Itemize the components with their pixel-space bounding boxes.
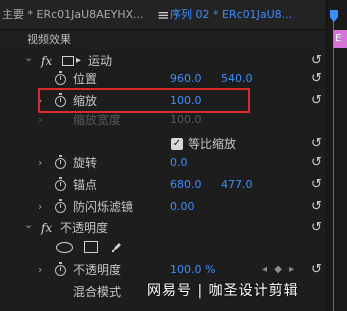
reset-icon[interactable]: ↺ bbox=[311, 90, 322, 112]
stopwatch-icon[interactable] bbox=[55, 177, 66, 191]
rotation-value[interactable]: 0.0 bbox=[170, 152, 188, 174]
property-row-scale-width: › 缩放宽度 100.0 bbox=[0, 111, 326, 129]
anchor-y-value[interactable]: 477.0 bbox=[221, 174, 253, 196]
scale-width-label: 缩放宽度 bbox=[73, 113, 122, 127]
fx-toggle-icon[interactable]: fx bbox=[41, 217, 52, 239]
timeline-clip-label: E bbox=[335, 33, 342, 44]
reset-icon[interactable]: ↺ bbox=[311, 152, 322, 174]
chevron-right-icon[interactable]: › bbox=[38, 259, 42, 281]
section-video-effects: 视频效果 bbox=[0, 30, 326, 50]
reset-icon[interactable]: ↺ bbox=[311, 68, 322, 90]
playhead-line bbox=[333, 20, 334, 311]
chevron-right-icon[interactable]: › bbox=[38, 152, 42, 174]
panel-menu-icon[interactable]: ≡ bbox=[157, 6, 170, 24]
opacity-effect-label: 不透明度 bbox=[60, 221, 109, 235]
stopwatch-icon[interactable] bbox=[55, 262, 66, 276]
opacity-label: 不透明度 bbox=[73, 263, 122, 277]
property-row-opacity: › 不透明度 100.0 % ◂ ◆ ▸ ↺ bbox=[0, 259, 326, 281]
panel-tab-bar: 主要 * ERc01JaU8AEYHX... ≡ 序列 02 * ERc01Ja… bbox=[0, 0, 347, 30]
rotation-label: 旋转 bbox=[73, 156, 98, 170]
chevron-right-icon[interactable]: › bbox=[38, 196, 42, 218]
property-row-anti-flicker: › 防闪烁滤镜 0.00 ↺ bbox=[0, 196, 326, 218]
stopwatch-icon[interactable] bbox=[55, 71, 66, 85]
property-row-position: 位置 960.0 540.0 ↺ bbox=[0, 68, 326, 90]
effect-row-opacity[interactable]: ⌄ fx 不透明度 ↺ bbox=[0, 217, 326, 239]
ellipse-mask-icon[interactable] bbox=[56, 242, 73, 253]
position-label: 位置 bbox=[73, 72, 98, 86]
keyframe-nav-icon[interactable]: ◂ ◆ ▸ bbox=[262, 259, 296, 281]
highlight-box bbox=[38, 88, 250, 113]
position-y-value[interactable]: 540.0 bbox=[221, 68, 253, 90]
stopwatch-icon[interactable] bbox=[55, 155, 66, 169]
blend-mode-label: 混合模式 bbox=[73, 285, 122, 299]
chevron-down-icon[interactable]: ⌄ bbox=[24, 47, 33, 69]
anti-flicker-value[interactable]: 0.00 bbox=[170, 196, 195, 218]
property-row-anchor: 锚点 680.0 477.0 ↺ bbox=[0, 174, 326, 196]
uniform-scale-checkbox[interactable]: ✓ bbox=[171, 138, 183, 150]
stopwatch-icon[interactable] bbox=[55, 199, 66, 213]
watermark-text: 网易号 | 咖圣设计剪辑 bbox=[147, 283, 299, 299]
reset-icon[interactable]: ↺ bbox=[311, 217, 322, 239]
reset-icon[interactable]: ↺ bbox=[311, 259, 322, 281]
chevron-down-icon[interactable]: ⌄ bbox=[24, 214, 33, 236]
property-row-rotation: › 旋转 0.0 ↺ bbox=[0, 152, 326, 174]
opacity-value[interactable]: 100.0 % bbox=[170, 259, 215, 281]
pen-mask-icon[interactable] bbox=[111, 241, 123, 253]
scale-width-value: 100.0 bbox=[170, 113, 202, 126]
anchor-x-value[interactable]: 680.0 bbox=[170, 174, 202, 196]
reset-icon[interactable]: ↺ bbox=[311, 196, 322, 218]
tab-source-master[interactable]: 主要 * ERc01JaU8AEYHX... bbox=[2, 0, 155, 30]
reset-icon[interactable]: ↺ bbox=[311, 174, 322, 196]
transform-box-icon[interactable] bbox=[62, 56, 74, 66]
rectangle-mask-icon[interactable] bbox=[84, 241, 98, 253]
chevron-right-icon: › bbox=[38, 113, 43, 126]
position-x-value[interactable]: 960.0 bbox=[170, 68, 202, 90]
tab-sequence[interactable]: 序列 02 * ERc01JaU8... bbox=[170, 0, 320, 30]
anti-flicker-label: 防闪烁滤镜 bbox=[73, 200, 134, 214]
anchor-label: 锚点 bbox=[73, 178, 98, 192]
mask-tools-row bbox=[0, 237, 326, 259]
